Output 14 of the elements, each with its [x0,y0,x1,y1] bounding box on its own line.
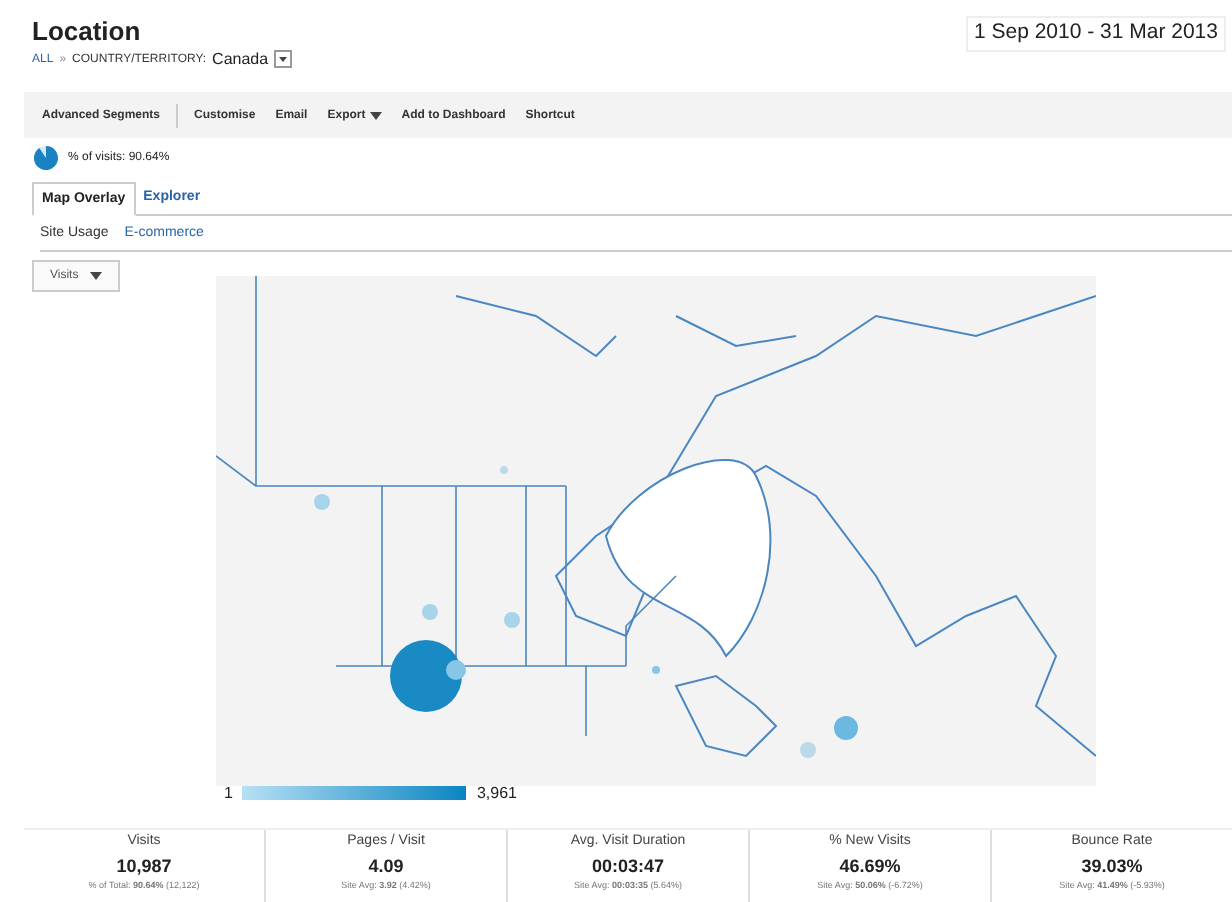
date-range[interactable]: 1 Sep 2010 - 31 Mar 2013 [965,16,1226,52]
legend-min: 1 [224,784,233,802]
dropdown-icon[interactable] [274,50,293,68]
stat-value: 46.69% [837,856,903,876]
stat-value: 10,987 [114,856,174,876]
stat-value: 39.03% [1079,856,1145,876]
stat-value: 4.09 [366,856,406,876]
page-title: Location [32,16,143,46]
pie-icon [32,144,60,172]
stat-value: 00:03:47 [589,856,667,876]
dimension-value: Canada [212,50,269,68]
legend-max: 3,961 [476,784,517,802]
caret-icon [369,111,382,119]
caret-icon [90,272,103,280]
